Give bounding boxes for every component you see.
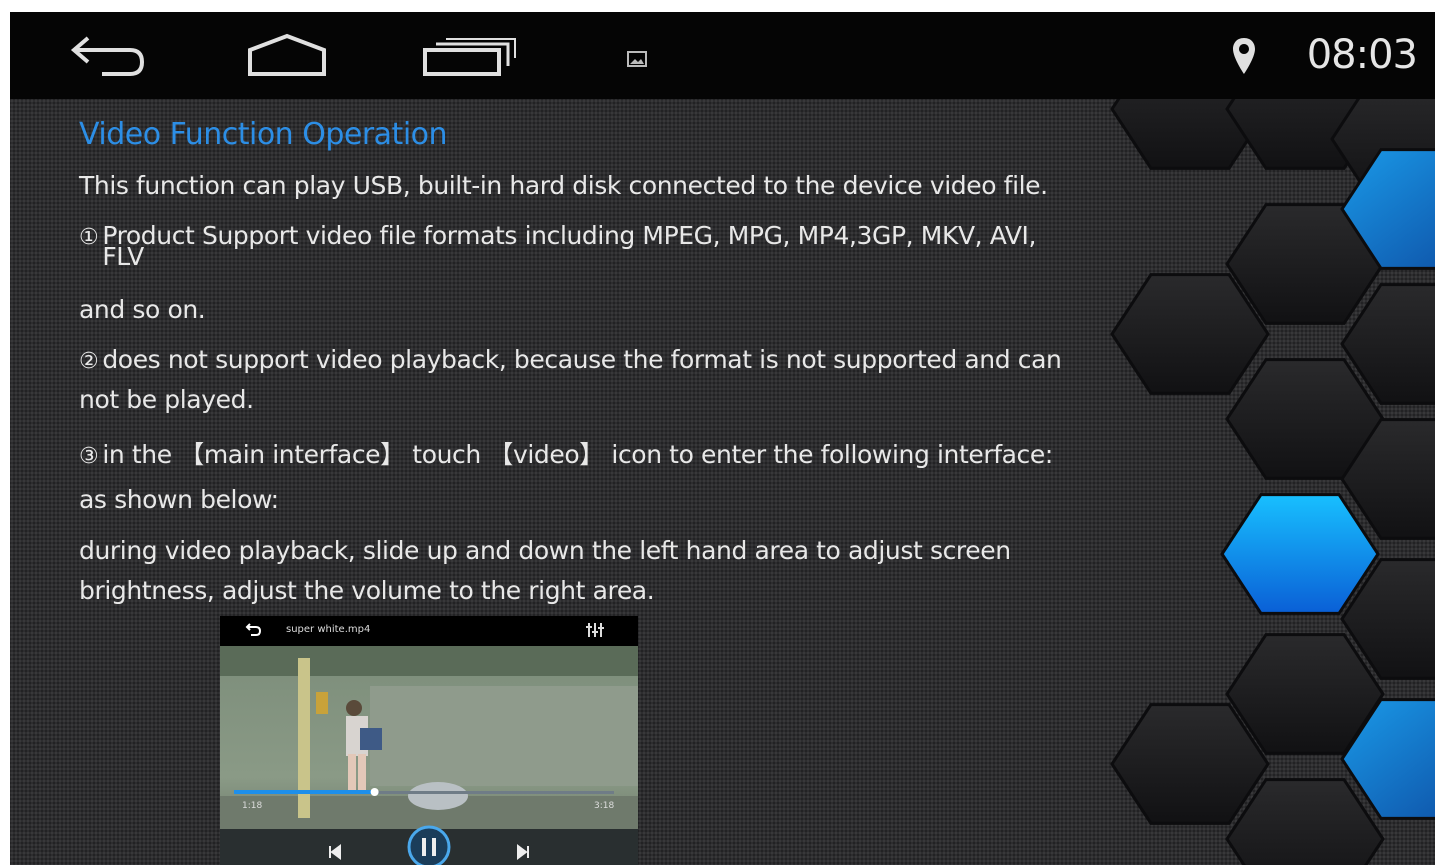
equalizer-icon — [586, 623, 604, 637]
item1-line2: FLV — [102, 242, 144, 271]
list-marker-1: ① — [79, 225, 99, 250]
gallery-notification-icon — [627, 51, 647, 67]
clock: 08:03 — [1306, 32, 1418, 78]
page-title: Video Function Operation — [79, 117, 448, 152]
item2-continuation: not be played. — [79, 385, 254, 414]
item3-continuation: as shown below: — [79, 485, 279, 514]
progress-fill — [234, 790, 375, 794]
list-item-3: ③ in the 【main interface】 touch 【video】 i… — [79, 435, 1053, 471]
device-screen: 08:03 Video Function Operation This func… — [10, 12, 1435, 865]
recent-apps-icon[interactable] — [422, 36, 518, 78]
video-frame: 1:18 3:18 — [220, 646, 638, 865]
location-pin-icon — [1233, 38, 1255, 74]
pause-icon — [407, 825, 451, 865]
list-item-1: ① Product Support video file formats incl… — [79, 221, 1036, 279]
hexagon-tile — [1220, 493, 1380, 615]
list-marker-3: ③ — [79, 444, 99, 469]
progress-knob — [370, 788, 379, 796]
item1-continuation: and so on. — [79, 295, 206, 324]
back-icon — [245, 623, 262, 636]
elapsed-time: 1:18 — [242, 801, 262, 811]
video-filename: super white.mp4 — [286, 624, 371, 635]
list-item-2: ② does not support video playback, becaus… — [79, 345, 1062, 374]
home-icon[interactable] — [246, 32, 328, 80]
help-page: Video Function Operation This function c… — [10, 99, 1435, 865]
intro-text: This function can play USB, built-in har… — [79, 171, 1048, 200]
list-marker-2: ② — [79, 349, 99, 374]
item1-line1: Product Support video file formats inclu… — [102, 221, 1037, 250]
item3-line1: in the 【main interface】 touch 【video】 ic… — [102, 440, 1053, 469]
back-icon[interactable] — [70, 34, 150, 78]
note-line-2: brightness, adjust the volume to the rig… — [79, 576, 655, 605]
player-header: super white.mp4 — [220, 616, 638, 646]
status-bar: 08:03 — [10, 12, 1435, 99]
item2-line1: does not support video playback, because… — [102, 345, 1062, 374]
video-player-screenshot: super white.mp4 1:18 3:18 — [220, 616, 638, 865]
note-line-1: during video playback, slide up and down… — [79, 536, 1011, 565]
duration-time: 3:18 — [594, 801, 614, 811]
